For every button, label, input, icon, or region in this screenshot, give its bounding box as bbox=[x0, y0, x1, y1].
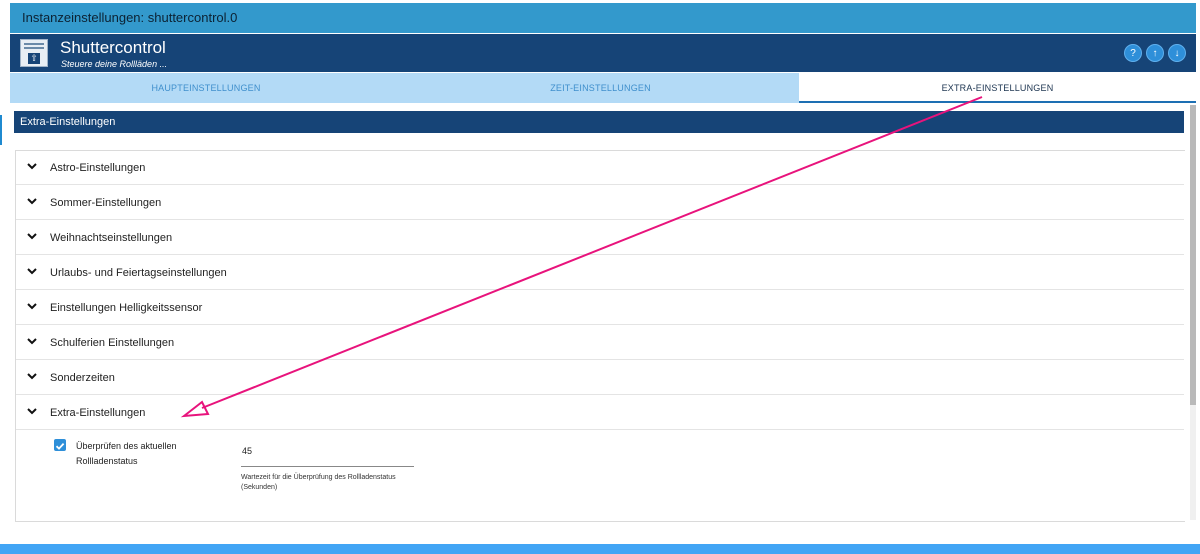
accordion-label: Extra-Einstellungen bbox=[50, 407, 146, 419]
scrollbar[interactable] bbox=[1190, 105, 1196, 520]
accordion-label: Urlaubs- und Feiertagseinstellungen bbox=[50, 267, 227, 279]
accordion-item-extra[interactable]: Extra-Einstellungen bbox=[16, 396, 1184, 430]
wait-time-help: Wartezeit für die Überprüfung des Rollla… bbox=[241, 474, 396, 491]
accordion-label: Schulferien Einstellungen bbox=[50, 337, 175, 349]
download-icon: ↓ bbox=[1174, 48, 1180, 59]
app-subtitle: Steuere deine Rollläden ... bbox=[61, 59, 168, 69]
app-title: Shuttercontrol bbox=[60, 38, 166, 57]
help-icon: ? bbox=[1130, 48, 1136, 59]
accordion-label: Sommer-Einstellungen bbox=[50, 197, 162, 209]
window-title: Instanzeinstellungen: shuttercontrol.0 bbox=[22, 10, 238, 25]
accordion-item-schulferien[interactable]: Schulferien Einstellungen bbox=[16, 326, 1184, 360]
app-header: ⇧ Shuttercontrol Steuere deine Rollläden… bbox=[10, 34, 1196, 72]
accordion-label: Astro-Einstellungen bbox=[50, 162, 146, 174]
accordion-item-urlaub[interactable]: Urlaubs- und Feiertagseinstellungen bbox=[16, 256, 1184, 290]
chevron-down-icon bbox=[27, 198, 37, 205]
chevron-down-icon bbox=[27, 303, 37, 310]
tab-extra-einstellungen[interactable]: EXTRA-EINSTELLUNGEN bbox=[799, 73, 1196, 103]
accordion-item-weihnachten[interactable]: Weihnachtseinstellungen bbox=[16, 221, 1184, 255]
checkmark-icon bbox=[55, 442, 65, 450]
accordion-label: Sonderzeiten bbox=[50, 372, 115, 384]
check-status-label: Überprüfen des aktuellen Rollladenstatus bbox=[76, 441, 177, 466]
tab-haupteinstellungen[interactable]: HAUPTEINSTELLUNGEN bbox=[10, 73, 402, 103]
chevron-down-icon bbox=[27, 163, 37, 170]
section-header: Extra-Einstellungen bbox=[14, 111, 1184, 133]
chevron-down-icon bbox=[27, 338, 37, 345]
upload-icon: ↑ bbox=[1152, 48, 1158, 59]
window-title-bar: Instanzeinstellungen: shuttercontrol.0 bbox=[10, 3, 1196, 33]
check-status-checkbox[interactable] bbox=[54, 439, 66, 451]
accordion-label: Weihnachtseinstellungen bbox=[50, 232, 173, 244]
accordion-item-astro[interactable]: Astro-Einstellungen bbox=[16, 151, 1184, 185]
wait-time-input[interactable] bbox=[241, 443, 414, 467]
shutter-logo-icon: ⇧ bbox=[20, 39, 48, 67]
upload-button[interactable]: ↑ bbox=[1146, 44, 1164, 62]
left-edge-indicator bbox=[0, 115, 2, 145]
download-button[interactable]: ↓ bbox=[1168, 44, 1186, 62]
chevron-down-icon bbox=[27, 233, 37, 240]
chevron-down-icon bbox=[27, 373, 37, 380]
chevron-down-icon bbox=[27, 268, 37, 275]
chevron-down-icon bbox=[27, 408, 37, 415]
section-title: Extra-Einstellungen bbox=[20, 116, 116, 128]
accordion-item-sonderzeiten[interactable]: Sonderzeiten bbox=[16, 361, 1184, 395]
accordion-label: Einstellungen Helligkeitssensor bbox=[50, 302, 203, 314]
settings-tabs: HAUPTEINSTELLUNGEN ZEIT-EINSTELLUNGEN EX… bbox=[10, 73, 1196, 103]
bottom-strip bbox=[0, 544, 1200, 554]
scrollbar-thumb[interactable] bbox=[1190, 105, 1196, 405]
screenshot-stage: Instanzeinstellungen: shuttercontrol.0 ⇧… bbox=[0, 0, 1200, 554]
help-button[interactable]: ? bbox=[1124, 44, 1142, 62]
tab-zeit-einstellungen[interactable]: ZEIT-EINSTELLUNGEN bbox=[402, 73, 799, 103]
accordion-item-helligkeit[interactable]: Einstellungen Helligkeitssensor bbox=[16, 291, 1184, 325]
accordion-item-sommer[interactable]: Sommer-Einstellungen bbox=[16, 186, 1184, 220]
